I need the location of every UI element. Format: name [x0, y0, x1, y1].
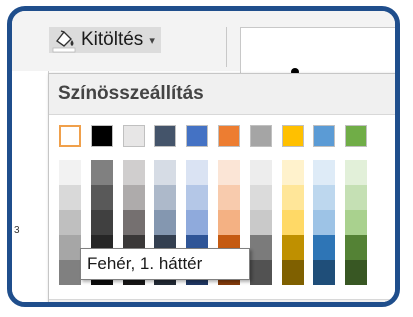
- shade-color-swatch[interactable]: [90, 160, 113, 185]
- color-tooltip: Fehér, 1. háttér: [80, 248, 250, 280]
- ruler-mark-right: 5: [398, 227, 400, 238]
- shade-color-swatch[interactable]: [154, 185, 177, 210]
- shade-color-swatch[interactable]: [218, 210, 240, 235]
- shade-color-swatch[interactable]: [281, 185, 304, 210]
- theme-color-swatch[interactable]: [90, 125, 113, 147]
- shade-color-swatch[interactable]: [249, 185, 272, 210]
- shade-color-swatch[interactable]: [281, 235, 304, 260]
- shade-color-swatch[interactable]: [122, 185, 145, 210]
- theme-color-swatch[interactable]: [154, 125, 177, 147]
- shade-color-swatch[interactable]: [59, 235, 81, 260]
- shade-color-swatch[interactable]: [122, 210, 145, 235]
- theme-color-swatch[interactable]: [186, 125, 209, 147]
- shade-color-swatch[interactable]: [249, 235, 272, 260]
- theme-color-swatch-selected[interactable]: [59, 125, 81, 147]
- paint-bucket-icon: [49, 27, 79, 53]
- shade-color-swatch[interactable]: [281, 160, 304, 185]
- palette-header: Színösszeállítás: [49, 74, 395, 115]
- shade-color-swatch[interactable]: [345, 160, 368, 185]
- fill-color-button[interactable]: Kitöltés ▾: [49, 27, 161, 53]
- theme-color-swatch[interactable]: [313, 125, 336, 147]
- shade-color-swatch[interactable]: [249, 160, 272, 185]
- shade-color-swatch[interactable]: [249, 210, 272, 235]
- palette-footer: [49, 299, 395, 302]
- shade-color-swatch[interactable]: [345, 185, 368, 210]
- shade-color-swatch[interactable]: [345, 210, 368, 235]
- theme-color-swatch[interactable]: [122, 125, 145, 147]
- shade-color-swatch[interactable]: [249, 260, 272, 285]
- shade-color-swatch[interactable]: [218, 185, 240, 210]
- theme-color-swatch[interactable]: [249, 125, 272, 147]
- color-palette-dropdown: Színösszeállítás Fehér, 1. háttér: [48, 73, 395, 302]
- shade-color-swatch[interactable]: [345, 260, 368, 285]
- shade-color-swatch[interactable]: [345, 235, 368, 260]
- shade-color-swatch[interactable]: [313, 260, 336, 285]
- shade-color-swatch[interactable]: [281, 260, 304, 285]
- shade-color-swatch[interactable]: [186, 210, 209, 235]
- shade-color-swatch[interactable]: [313, 235, 336, 260]
- shade-color-swatch[interactable]: [122, 160, 145, 185]
- ruler-mark: 3: [14, 225, 20, 236]
- shade-color-swatch[interactable]: [186, 160, 209, 185]
- chevron-down-icon: ▾: [149, 34, 155, 47]
- shade-color-swatch[interactable]: [59, 210, 81, 235]
- shade-color-swatch[interactable]: [313, 160, 336, 185]
- shade-color-swatch[interactable]: [186, 185, 209, 210]
- left-ruler: 3: [12, 71, 49, 302]
- shade-color-swatch[interactable]: [154, 160, 177, 185]
- theme-color-swatch[interactable]: [218, 125, 240, 147]
- shade-color-swatch[interactable]: [154, 210, 177, 235]
- shade-color-swatch[interactable]: [313, 185, 336, 210]
- ribbon-separator: [226, 27, 227, 67]
- palette-header-label: Színösszeállítás: [58, 83, 204, 104]
- shade-color-swatch[interactable]: [59, 260, 81, 285]
- shade-color-swatch[interactable]: [59, 160, 81, 185]
- theme-color-swatch[interactable]: [345, 125, 368, 147]
- shade-color-swatch[interactable]: [281, 210, 304, 235]
- shade-color-swatch[interactable]: [59, 185, 81, 210]
- shade-color-swatch[interactable]: [313, 210, 336, 235]
- shade-color-swatch[interactable]: [90, 185, 113, 210]
- fill-button-label: Kitöltés: [81, 29, 144, 50]
- shade-color-swatch[interactable]: [90, 210, 113, 235]
- theme-color-swatch[interactable]: [281, 125, 304, 147]
- screenshot-frame: Kitöltés ▾ A 3 5 Színösszeállítás Fehér,…: [7, 6, 400, 307]
- shade-color-swatch[interactable]: [218, 160, 240, 185]
